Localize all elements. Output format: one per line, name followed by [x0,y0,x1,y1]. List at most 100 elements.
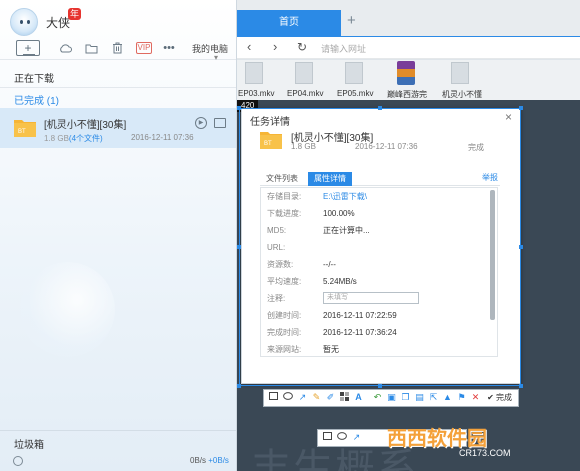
property-key: MD5: [267,226,287,235]
upload-icon[interactable]: ▲ [442,392,453,403]
video-file-icon[interactable] [295,62,313,84]
user-level-badge: 年 [68,8,82,20]
property-value: 100.00% [323,209,355,218]
task-detail-dialog: 任务详情 × BT [机灵小不懂][30集] 1.8 GB 2016-12-11… [241,108,521,384]
my-computer-dropdown[interactable]: 我的电脑 [192,42,228,55]
new-task-button[interactable]: + [16,40,40,56]
report-link[interactable]: 举报 [482,172,498,183]
address-bar: ‹ › ↻ 请输入网址 [237,37,580,59]
watermark-logo: 西西软件园 [387,428,487,450]
storage-path-link[interactable]: E:\迅雷下载\ [323,188,367,205]
property-key: 注释: [267,294,286,303]
task-row[interactable]: BT [机灵小不懂][30集] 1.8 GB(4个文件) 2016-12-11 … [0,108,236,148]
avatar-eye [27,20,30,24]
property-value: 5.24MB/s [323,277,357,286]
dialog-task-size: 1.8 GB [291,142,316,151]
back-button[interactable]: ‹ [247,39,251,54]
username[interactable]: 大侠 [46,14,70,31]
tab-home[interactable]: 首页 [237,10,341,36]
more-icon[interactable]: ••• [162,40,176,56]
arrow-icon[interactable]: ↗ [297,392,308,403]
done-button[interactable]: ✔ 完成 [487,392,512,403]
vip-label: VIP [135,42,153,54]
task-size: 1.8 GB(4个文件) [44,133,103,144]
property-value: 暂无 [323,345,339,354]
panel-header: 大侠 年 + VIP ••• 我的电脑 ▾ [0,0,236,62]
divider [0,87,236,88]
undo-icon[interactable]: ↶ [372,392,383,403]
file-label: 巅峰西游完 [387,90,427,99]
file-label: 机灵小不懂 [442,90,482,99]
property-key: 下载进度: [267,209,302,218]
tab-file-list[interactable]: 文件列表 [260,172,304,186]
mosaic-icon[interactable] [339,392,350,403]
copy-icon[interactable]: ❐ [400,392,411,403]
save-icon[interactable]: ▣ [386,392,397,403]
rectangle-icon[interactable] [268,392,279,403]
tab-bar: 首页 + [237,0,580,37]
highlighter-icon[interactable]: ✐ [325,392,336,403]
property-row: 资源数: --/-- [267,256,487,273]
section-completed[interactable]: 已完成 (1) [14,92,59,107]
bookmark-icon[interactable]: ⚑ [456,392,467,403]
bt-folder-label: BT [18,129,26,135]
property-value: 正在计算中... [323,226,370,235]
share-icon[interactable]: ⇱ [428,392,439,403]
video-file-icon[interactable] [451,62,469,84]
avatar[interactable] [10,8,38,36]
property-value: --/-- [323,260,336,269]
address-input[interactable]: 请输入网址 [321,42,366,55]
speed-indicator: 0B/s +0B/s [190,456,229,465]
watermark-url: CR173.COM [459,448,511,458]
download-speed: 0B/s [190,456,207,465]
property-key: 存储目录: [267,192,302,201]
page-content: EP03.mkv EP04.mkv EP05.mkv 巅峰西游完 机灵小不懂 4… [237,60,580,471]
note-input[interactable]: 未填写 [323,292,419,304]
property-row: 下载进度: 100.00% [267,205,487,222]
section-downloading[interactable]: 正在下载 [14,70,54,85]
cancel-icon[interactable]: ✕ [470,392,481,403]
chevron-down-icon[interactable]: ▾ [214,53,218,62]
property-key: 来源网站: [267,345,302,354]
play-icon[interactable]: ▶ [195,117,207,129]
ellipse-icon[interactable] [282,392,293,403]
scrollbar[interactable] [490,190,495,320]
vip-icon[interactable]: VIP [135,40,153,56]
bt-folder-icon: BT [260,132,282,149]
task-name: [机灵小不懂][30集] [44,120,127,131]
file-label: EP05.mkv [337,89,374,98]
tab-properties[interactable]: 属性详情 [308,172,352,186]
ellipse-icon [336,432,347,443]
divider [0,430,236,431]
refresh-button[interactable]: ↻ [297,40,307,54]
text-icon[interactable]: A [353,392,364,403]
task-size-value: 1.8 GB [44,134,69,143]
cloud-icon[interactable] [58,40,72,56]
new-tab-button[interactable]: + [347,12,356,29]
file-strip: EP03.mkv EP04.mkv EP05.mkv 巅峰西游完 机灵小不懂 [237,60,580,100]
property-key: URL: [267,243,286,252]
close-icon[interactable]: × [505,110,512,124]
property-row: MD5: 正在计算中... [267,222,487,239]
open-folder-icon[interactable] [214,118,226,128]
dialog-task-time: 2016-12-11 07:36 [355,142,418,151]
video-file-icon[interactable] [245,62,263,84]
pin-icon[interactable]: ▤ [414,392,425,403]
trash-icon[interactable] [111,40,123,56]
property-key: 完成时间: [267,328,302,337]
property-row: 创建时间: 2016-12-11 07:22:59 [267,307,487,324]
task-files-count[interactable]: (4个文件) [69,134,103,143]
trash-bin[interactable]: 垃圾箱 [14,436,44,451]
properties-panel: 存储目录: E:\迅雷下载\ 下载进度: 100.00% MD5: 正在计算中.… [260,187,498,357]
folder-icon[interactable] [84,40,98,56]
clock-icon[interactable] [13,456,23,466]
property-key: 平均速度: [267,277,302,286]
video-file-icon[interactable] [345,62,363,84]
property-value: 2016-12-11 07:22:59 [323,311,397,320]
dialog-title: 任务详情 [250,117,290,128]
forward-button[interactable]: › [273,39,277,54]
pen-icon[interactable]: ✎ [311,392,322,403]
archive-file-icon[interactable] [397,61,415,85]
file-label: EP03.mkv [238,89,275,98]
property-value: 2016-12-11 07:36:24 [323,328,397,337]
